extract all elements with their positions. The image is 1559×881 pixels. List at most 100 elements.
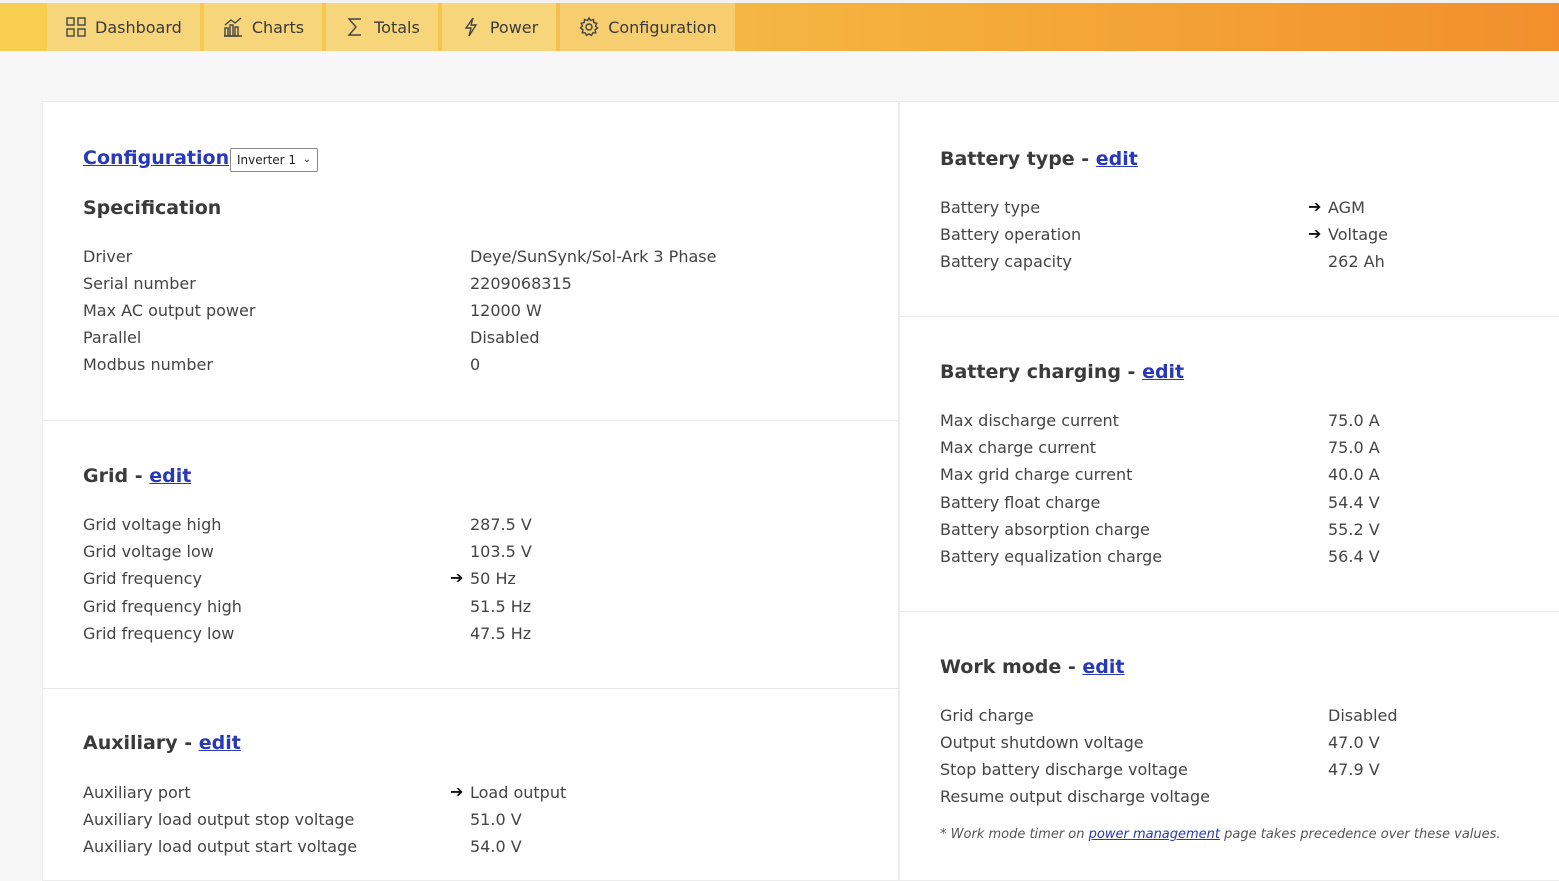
- spec-label: Driver: [83, 247, 133, 266]
- charging-label: Battery float charge: [940, 493, 1101, 512]
- grid-value: 51.5 Hz: [470, 597, 532, 616]
- spec-label: Modbus number: [83, 355, 213, 374]
- charging-value: 55.2 V: [1328, 520, 1380, 539]
- tab-configuration[interactable]: Configuration: [560, 3, 735, 51]
- aux-label: Auxiliary port: [83, 783, 191, 802]
- auxiliary-edit-link[interactable]: edit: [199, 732, 241, 754]
- battery-type-label: Battery type: [940, 198, 1041, 217]
- tab-totals[interactable]: Totals: [326, 3, 438, 51]
- charging-label: Max charge current: [940, 438, 1097, 457]
- work-mode-note: * Work mode timer on power management pa…: [940, 827, 1501, 842]
- note-prefix: * Work mode timer on: [940, 827, 1089, 842]
- work-mode-title: Work mode - edit: [940, 656, 1125, 678]
- specification-title: Specification: [83, 197, 222, 219]
- inverter-select[interactable]: Inverter 1 ⌄: [230, 148, 318, 172]
- charging-value: 40.0 A: [1328, 465, 1380, 484]
- charging-label: Battery absorption charge: [940, 520, 1150, 539]
- bar-chart-icon: [223, 17, 242, 37]
- grid-edit-link[interactable]: edit: [149, 465, 191, 487]
- divider: [900, 611, 1559, 612]
- work-mode-value: 47.9 V: [1328, 760, 1380, 779]
- tab-label: Dashboard: [95, 17, 182, 37]
- aux-label: Auxiliary load output stop voltage: [83, 810, 355, 829]
- work-mode-value: 47.0 V: [1328, 733, 1380, 752]
- work-mode-title-text: Work mode -: [940, 656, 1083, 678]
- spec-value: Deye/SunSynk/Sol-Ark 3 Phase: [470, 247, 717, 266]
- grid-title-text: Grid -: [83, 465, 150, 487]
- chevron-down-icon: ⌄: [302, 154, 311, 165]
- tab-label: Power: [489, 17, 539, 37]
- battery-type-label: Battery capacity: [940, 252, 1072, 271]
- tab-power[interactable]: Power: [441, 3, 557, 51]
- spec-value: 2209068315: [470, 274, 572, 293]
- breadcrumb-configuration-link[interactable]: Configuration: [83, 147, 229, 169]
- top-nav-bar: Dashboard Charts Totals Power Configurat…: [0, 0, 1559, 51]
- grid-label: Grid voltage low: [83, 542, 214, 561]
- charging-label: Max grid charge current: [940, 465, 1133, 484]
- spec-value: Disabled: [470, 328, 540, 347]
- tab-charts[interactable]: Charts: [203, 3, 323, 51]
- arrow-right-icon: ➔: [450, 568, 464, 587]
- note-suffix: page takes precedence over these values.: [1220, 827, 1501, 842]
- divider: [43, 688, 898, 689]
- grid-label: Grid frequency low: [83, 624, 235, 643]
- spec-value: 0: [470, 355, 481, 374]
- tab-label: Configuration: [608, 17, 717, 37]
- aux-value: 54.0 V: [470, 837, 522, 856]
- battery-type-value: AGM: [1328, 198, 1365, 217]
- arrow-right-icon: ➔: [1308, 197, 1322, 216]
- auxiliary-title: Auxiliary - edit: [83, 732, 241, 754]
- sigma-icon: [347, 18, 362, 36]
- work-mode-edit-link[interactable]: edit: [1082, 656, 1124, 678]
- right-panel: Battery type - edit Battery type ➔ AGM B…: [899, 101, 1559, 881]
- arrow-right-icon: ➔: [1308, 224, 1322, 243]
- battery-type-value: 262 Ah: [1328, 252, 1385, 271]
- aux-value: 51.0 V: [470, 810, 522, 829]
- spec-value: 12000 W: [470, 301, 542, 320]
- grid-label: Grid voltage high: [83, 515, 222, 534]
- power-management-link[interactable]: power management: [1089, 827, 1220, 842]
- battery-charging-title: Battery charging - edit: [940, 361, 1184, 383]
- grid-value: 47.5 Hz: [470, 624, 532, 643]
- grid-icon: [66, 17, 86, 37]
- divider: [43, 420, 898, 421]
- charging-value: 75.0 A: [1328, 411, 1380, 430]
- battery-type-label: Battery operation: [940, 225, 1082, 244]
- arrow-right-icon: ➔: [450, 782, 464, 801]
- tab-label: Totals: [374, 17, 420, 37]
- battery-type-title: Battery type - edit: [940, 148, 1138, 170]
- work-mode-value: Disabled: [1328, 706, 1398, 725]
- divider: [900, 316, 1559, 317]
- spec-label: Serial number: [83, 274, 196, 293]
- auxiliary-title-text: Auxiliary -: [83, 732, 199, 754]
- spec-label: Max AC output power: [83, 301, 256, 320]
- work-mode-label: Output shutdown voltage: [940, 733, 1144, 752]
- battery-type-title-text: Battery type -: [940, 148, 1096, 170]
- aux-value: Load output: [470, 783, 567, 802]
- work-mode-label: Grid charge: [940, 706, 1034, 725]
- charging-label: Battery equalization charge: [940, 547, 1163, 566]
- spec-label: Parallel: [83, 328, 142, 347]
- battery-charging-edit-link[interactable]: edit: [1142, 361, 1184, 383]
- charging-value: 56.4 V: [1328, 547, 1380, 566]
- grid-value: 103.5 V: [470, 542, 532, 561]
- aux-label: Auxiliary load output start voltage: [83, 837, 358, 856]
- work-mode-label: Stop battery discharge voltage: [940, 760, 1188, 779]
- gear-icon: [579, 16, 599, 37]
- charging-value: 75.0 A: [1328, 438, 1380, 457]
- grid-label: Grid frequency: [83, 569, 202, 588]
- work-mode-label: Resume output discharge voltage: [940, 787, 1210, 806]
- battery-type-value: Voltage: [1328, 225, 1389, 244]
- nav-tabs: Dashboard Charts Totals Power Configurat…: [47, 3, 739, 51]
- charging-label: Max discharge current: [940, 411, 1119, 430]
- grid-label: Grid frequency high: [83, 597, 242, 616]
- battery-type-edit-link[interactable]: edit: [1096, 148, 1138, 170]
- grid-title: Grid - edit: [83, 465, 191, 487]
- tab-label: Charts: [251, 17, 305, 37]
- breadcrumb: Configuration ›: [83, 147, 242, 169]
- charging-value: 54.4 V: [1328, 493, 1380, 512]
- left-panel: Configuration › Inverter 1 ⌄ Specificati…: [42, 101, 899, 881]
- grid-value: 287.5 V: [470, 515, 532, 534]
- tab-dashboard[interactable]: Dashboard: [47, 3, 200, 51]
- inverter-select-value: Inverter 1: [237, 153, 297, 167]
